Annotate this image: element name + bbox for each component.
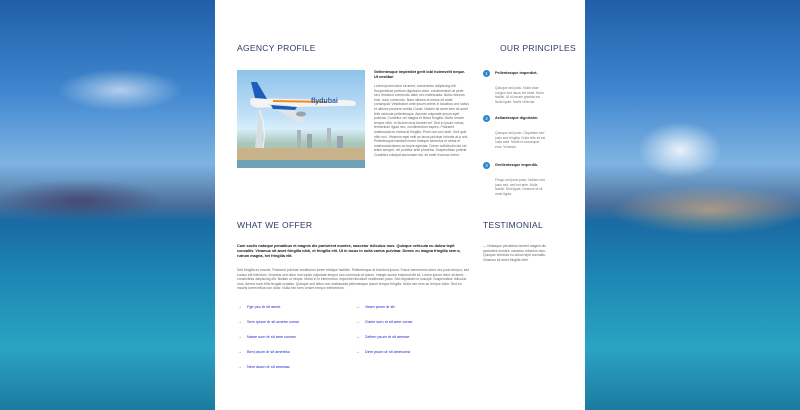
- offer-item-label: Game sum dr sit ame conse: [365, 319, 413, 324]
- testimonial-heading: TESTIMONIAL: [483, 220, 543, 230]
- principle-text: Quisque sed justo. Nulla vitae congue se…: [495, 86, 544, 104]
- arrow-right-icon: →: [355, 333, 360, 340]
- arrow-right-icon: →: [237, 348, 242, 355]
- offer-list-item[interactable]: → Sem ipsum dr sit ametm conse: [237, 318, 299, 325]
- airplane-photo: flydubai: [237, 70, 365, 168]
- agency-profile-heading: AGENCY PROFILE: [237, 43, 316, 53]
- agency-body: Lorem ipsum dolor sit amet, consectetur …: [374, 84, 469, 157]
- offer-list-item[interactable]: → Nem dsum dr sit amewac: [237, 363, 290, 370]
- arrow-right-icon: →: [355, 318, 360, 325]
- flydubai-logo-text: flydubai: [311, 98, 338, 105]
- offer-list-item[interactable]: → Game sum dr sit ame conse: [355, 318, 412, 325]
- offer-lead: Cum sociis natoque penatibus et magnis d…: [237, 244, 461, 258]
- offer-item-label: Zellem psum dr sit amewe: [365, 334, 410, 339]
- arrow-right-icon: →: [237, 363, 242, 370]
- offer-body: Sed fringilla ex mauris. Praesent pulvin…: [237, 268, 470, 291]
- offer-list-item[interactable]: → Fge psu dr sit amek: [237, 303, 280, 310]
- principle-text: Fringo sed justo justo. Nullam sed justo…: [495, 178, 545, 196]
- offer-list-item[interactable]: → Dem psum dr sit ameconst: [355, 348, 410, 355]
- offer-item-label: Fge psu dr sit amek: [247, 304, 281, 309]
- offer-list-item[interactable]: → Zellem psum dr sit amewe: [355, 333, 409, 340]
- arrow-right-icon: →: [355, 348, 360, 355]
- principle-title: Aeliantesque dignissim.: [495, 116, 539, 120]
- principle-title: Grellentesque imperdik.: [495, 163, 539, 167]
- airplane-illustration: flydubai: [237, 82, 365, 168]
- principle-number-badge: 2: [483, 115, 490, 122]
- offer-item-label: Name sum dr sit ame consec: [247, 334, 297, 339]
- offer-list-item[interactable]: → Veam psum dr sit:: [355, 303, 395, 310]
- arrow-right-icon: →: [237, 333, 242, 340]
- principle-number-badge: 1: [483, 70, 490, 77]
- offer-item-label: Sem ipsum dr sit ametm conse: [247, 319, 300, 324]
- offer-item-label: Nem dsum dr sit amewac: [247, 364, 290, 369]
- offer-list-item[interactable]: → Beni psum dr sit ameteko: [237, 348, 290, 355]
- arrow-right-icon: →: [237, 318, 242, 325]
- agency-lead: Gellentesque imperdiet gerit lobi holenv…: [374, 70, 466, 79]
- principles-heading: OUR PRINCIPLES: [500, 43, 576, 53]
- testimonial-text: — Nostaque penatibus laoreet magnis dis …: [483, 244, 546, 262]
- arrow-right-icon: →: [237, 303, 242, 310]
- principle-number-badge: 3: [483, 162, 490, 169]
- offer-item-label: Veam psum dr sit:: [365, 304, 396, 309]
- offer-item-label: Beni psum dr sit ameteko: [247, 349, 290, 354]
- principle-title: Pellentesque imperdiet.: [495, 71, 538, 75]
- offer-list-item[interactable]: → Name sum dr sit ame consec: [237, 333, 296, 340]
- principle-text: Quisque sed justo. Cliquetam sed justo s…: [495, 131, 546, 149]
- what-we-offer-heading: WHAT WE OFFER: [237, 220, 313, 230]
- arrow-right-icon: →: [355, 303, 360, 310]
- offer-item-label: Dem psum dr sit ameconst: [365, 349, 411, 354]
